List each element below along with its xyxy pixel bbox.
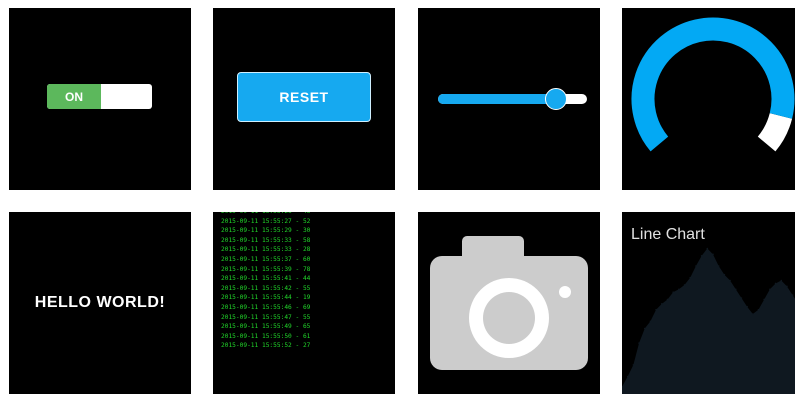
log-line: 2015-09-11 15:55:42 - 55 [221, 284, 311, 292]
gauge [631, 17, 795, 152]
log-line: 2015-09-11 15:55:50 - 61 [221, 332, 311, 340]
camera-icon[interactable] [418, 212, 600, 394]
reset-button[interactable]: RESET [237, 72, 371, 122]
chart-point [723, 273, 726, 276]
chart-point [734, 288, 737, 291]
chart-point [661, 303, 663, 305]
button-tile: RESET [213, 8, 395, 190]
chart-point [672, 291, 674, 293]
chart-point [791, 294, 794, 296]
log-line: 2015-09-11 15:55:52 - 27 [221, 342, 311, 350]
log-tile: 2015-09-11 15:55:26 - 462015-09-11 15:55… [213, 212, 395, 394]
log-line: 2015-09-11 15:55:27 - 52 [221, 217, 311, 225]
gauge-value-arc [631, 17, 795, 152]
log-line: 2015-09-11 15:55:39 - 78 [221, 265, 311, 273]
log-line: 2015-09-11 15:55:37 - 60 [221, 255, 311, 263]
chart-point [632, 364, 635, 366]
log-line: 2015-09-11 15:55:49 - 65 [221, 323, 311, 331]
on-off-toggle[interactable]: ON [47, 84, 152, 109]
chart-point [712, 253, 714, 256]
chart-point [706, 247, 709, 250]
chart-point [757, 308, 760, 311]
chart-point [774, 282, 777, 285]
toggle-tile: ON [9, 8, 191, 190]
hello-text: HELLO WORLD! [34, 294, 166, 311]
toggle-off-part [101, 84, 152, 109]
chart-point [700, 255, 703, 257]
chart-point [763, 298, 765, 301]
slider-thumb[interactable] [544, 88, 567, 110]
log-line: 2015-09-11 15:55:41 - 44 [221, 275, 311, 283]
gauge-remainder-arc [757, 112, 793, 152]
chart-tile: Line Chart [622, 212, 795, 394]
camera-tile [418, 212, 600, 394]
log-line: 2015-09-11 15:55:46 - 69 [221, 303, 311, 311]
slider-tile [418, 8, 600, 190]
log-line: 2015-09-11 15:55:33 - 28 [221, 246, 311, 254]
chart-point [655, 308, 657, 311]
chart-point [746, 305, 748, 308]
toggle-on-label: ON [47, 84, 101, 109]
chart-area-series [622, 248, 795, 394]
chart-point [780, 279, 783, 282]
chart-point [638, 342, 640, 344]
log-line: 2015-09-11 15:55:29 - 30 [221, 227, 311, 235]
log-line: 2015-09-11 15:55:26 - 46 [221, 212, 310, 217]
chart-point [729, 279, 731, 282]
chart-point [649, 320, 652, 323]
chart-point [740, 297, 743, 299]
log-line: 2015-09-11 15:55:47 - 55 [221, 313, 311, 321]
chart-point [643, 327, 646, 330]
log-line: 2015-09-11 15:55:44 - 19 [221, 294, 311, 302]
chart-point [666, 298, 669, 301]
chart-point [689, 276, 692, 279]
chart-point [717, 265, 720, 267]
chart-point [752, 313, 754, 315]
chart-point [683, 284, 686, 286]
log-line: 2015-09-11 15:55:33 - 58 [221, 236, 311, 244]
chart-point [786, 285, 788, 288]
gauge-tile [622, 8, 795, 190]
text-tile: HELLO WORLD! [9, 212, 191, 394]
chart-point [769, 288, 771, 291]
chart-title: Line Chart [631, 226, 705, 243]
chart-point [695, 265, 697, 267]
slider-fill [438, 94, 556, 104]
log-output: 2015-09-11 15:55:26 - 462015-09-11 15:55… [221, 212, 310, 351]
chart-point [678, 288, 680, 291]
chart-point [626, 375, 629, 378]
